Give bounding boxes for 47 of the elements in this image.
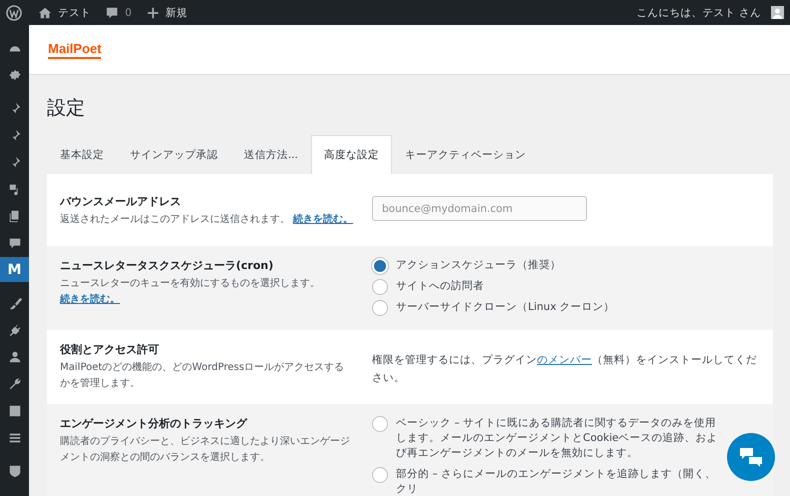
user-icon: [8, 350, 22, 364]
page-title: 設定: [47, 96, 86, 121]
settings-tab[interactable]: 送信方法...: [231, 135, 312, 174]
logo-icon[interactable]: [6, 4, 22, 20]
settings-tab[interactable]: サインアップ承認: [117, 135, 231, 174]
setting-description: MailPoetのどの機能の、どのWordPressロールがアクセスするかを管理します。: [60, 360, 346, 391]
radio-button[interactable]: [372, 416, 388, 432]
settings-tab[interactable]: 基本設定: [47, 135, 117, 174]
chat-bubbles-icon: [739, 447, 763, 467]
option-label: サーバーサイドクローン（Linux クーロン）: [396, 300, 616, 315]
radio-button[interactable]: [372, 279, 388, 295]
new-content-link[interactable]: 新規: [166, 6, 188, 20]
radio-button[interactable]: [372, 300, 388, 316]
option-label: アクションスケジューラ（推奨）: [396, 258, 562, 273]
install-note: 権限を管理するには、プラグインのメンバー（無料）をインストールしてください。: [372, 353, 758, 386]
wrench-icon: [8, 376, 22, 390]
plus-icon[interactable]: [146, 6, 160, 20]
mailpoet-logo: MailPoet: [48, 40, 102, 58]
setting-title: ニュースレタータスクスケジューラ(cron): [60, 258, 274, 273]
setting-description: ニュースレターのキューを有効にするものを選択します。 続きを読む。: [60, 276, 321, 307]
documents-icon: [8, 208, 22, 222]
option-label: サイトへの訪問者: [396, 279, 485, 294]
settings-tab[interactable]: 高度な設定: [311, 135, 392, 174]
bounce-email-field[interactable]: bounce@mydomain.com: [372, 196, 587, 221]
brush-icon: [8, 296, 22, 310]
option-label: ベーシック – サイトに既にある購読者に関するデータのみを使用します。メールのエンゲージメントとCookieベースの追跡、および再エンゲージメントのメールを無効にします。: [396, 416, 719, 462]
comment-count[interactable]: 0: [125, 6, 132, 18]
sidebar-item[interactable]: M: [0, 257, 29, 282]
settings-tab[interactable]: キーアクティベーション: [392, 135, 540, 174]
radio-button[interactable]: [372, 466, 388, 483]
setting-description: 購読者のプライバシーと、ビジネスに適したより深いエンゲージメントの洞察との間のバランスを選択します。: [60, 434, 351, 465]
members-plugin-link[interactable]: のメンバー: [537, 354, 592, 366]
speech-bubble-icon: [8, 236, 22, 250]
gear-icon: [8, 68, 22, 82]
setting-title: 役割とアクセス許可: [60, 342, 160, 357]
setting-title: バウンスメールアドレス: [60, 194, 182, 209]
greeting-link[interactable]: こんにちは、テスト さん: [636, 6, 761, 20]
read-more-link[interactable]: 続きを読む。: [293, 214, 354, 225]
read-more-link[interactable]: 続きを読む。: [60, 294, 120, 305]
setting-title: エンゲージメント分析のトラッキング: [60, 416, 248, 431]
option-label: 部分的 – さらにメールのエンゲージメントを追跡します（開く、クリ: [396, 466, 717, 496]
home-icon[interactable]: [38, 6, 52, 20]
list-icon: [8, 430, 22, 444]
speech-bubble-icon[interactable]: [105, 6, 119, 20]
site-name-link[interactable]: テスト: [58, 6, 91, 20]
plug-icon: [8, 322, 22, 336]
setting-description: 返送されたメールはこのアドレスに送信されます。 続きを読む。: [60, 212, 354, 227]
